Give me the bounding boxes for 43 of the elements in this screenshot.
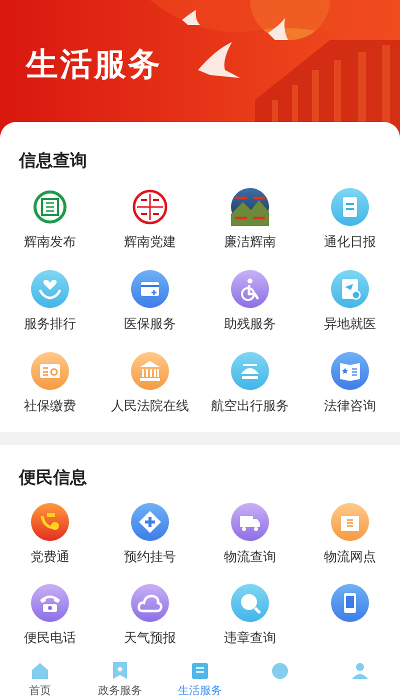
document-icon[interactable] bbox=[189, 660, 211, 682]
section-title: 信息查询 bbox=[19, 150, 87, 172]
tab-label[interactable]: 政务服务 bbox=[98, 683, 142, 700]
service-label[interactable]: 服务排行 bbox=[24, 315, 76, 334]
service-label[interactable]: 廉洁辉南 bbox=[224, 233, 276, 252]
circle-icon[interactable] bbox=[269, 660, 291, 682]
card-icon[interactable] bbox=[131, 270, 169, 308]
service-label[interactable]: 航空出行服务 bbox=[211, 397, 289, 416]
phone-icon[interactable] bbox=[331, 584, 369, 622]
person-icon[interactable] bbox=[349, 660, 371, 682]
service-label[interactable]: 法律咨询 bbox=[324, 397, 376, 416]
clipboard-icon[interactable] bbox=[331, 188, 369, 226]
service-label[interactable]: 助残服务 bbox=[224, 315, 276, 334]
service-label[interactable]: 物流网点 bbox=[324, 548, 376, 568]
service-label[interactable]: 违章查询 bbox=[224, 629, 276, 648]
service-label[interactable]: 人民法院在线 bbox=[111, 397, 189, 416]
banner-title: 生活服务 bbox=[26, 44, 162, 85]
section-title: 便民信息 bbox=[19, 466, 87, 490]
landscape-icon[interactable] bbox=[231, 188, 269, 226]
medical-cross-icon[interactable] bbox=[131, 503, 169, 541]
service-label[interactable]: 党费通 bbox=[30, 548, 70, 568]
seal-icon[interactable] bbox=[31, 188, 69, 226]
plane-document-icon[interactable] bbox=[331, 270, 369, 308]
service-label[interactable]: 辉南党建 bbox=[124, 233, 176, 252]
truck-icon[interactable] bbox=[231, 503, 269, 541]
service-label[interactable]: 便民电话 bbox=[24, 629, 76, 648]
service-label[interactable]: 社保缴费 bbox=[24, 397, 76, 416]
service-label[interactable]: 天气预报 bbox=[124, 629, 176, 648]
service-label[interactable]: 辉南发布 bbox=[24, 233, 76, 252]
service-label[interactable]: 物流查询 bbox=[224, 548, 276, 568]
tab-label[interactable]: 首页 bbox=[29, 683, 51, 700]
telephone-icon[interactable] bbox=[31, 584, 69, 622]
cloud-icon[interactable] bbox=[131, 584, 169, 622]
magnifier-icon[interactable] bbox=[231, 584, 269, 622]
service-label[interactable]: 医保服务 bbox=[124, 315, 176, 334]
wheelchair-icon[interactable] bbox=[231, 270, 269, 308]
courthouse-icon[interactable] bbox=[131, 352, 169, 390]
service-label[interactable]: 通化日报 bbox=[324, 233, 376, 252]
heart-hand-icon[interactable] bbox=[31, 270, 69, 308]
seal-icon[interactable] bbox=[131, 188, 169, 226]
service-label[interactable]: 预约挂号 bbox=[124, 548, 176, 568]
id-card-icon[interactable] bbox=[31, 352, 69, 390]
service-label[interactable]: 异地就医 bbox=[324, 315, 376, 334]
